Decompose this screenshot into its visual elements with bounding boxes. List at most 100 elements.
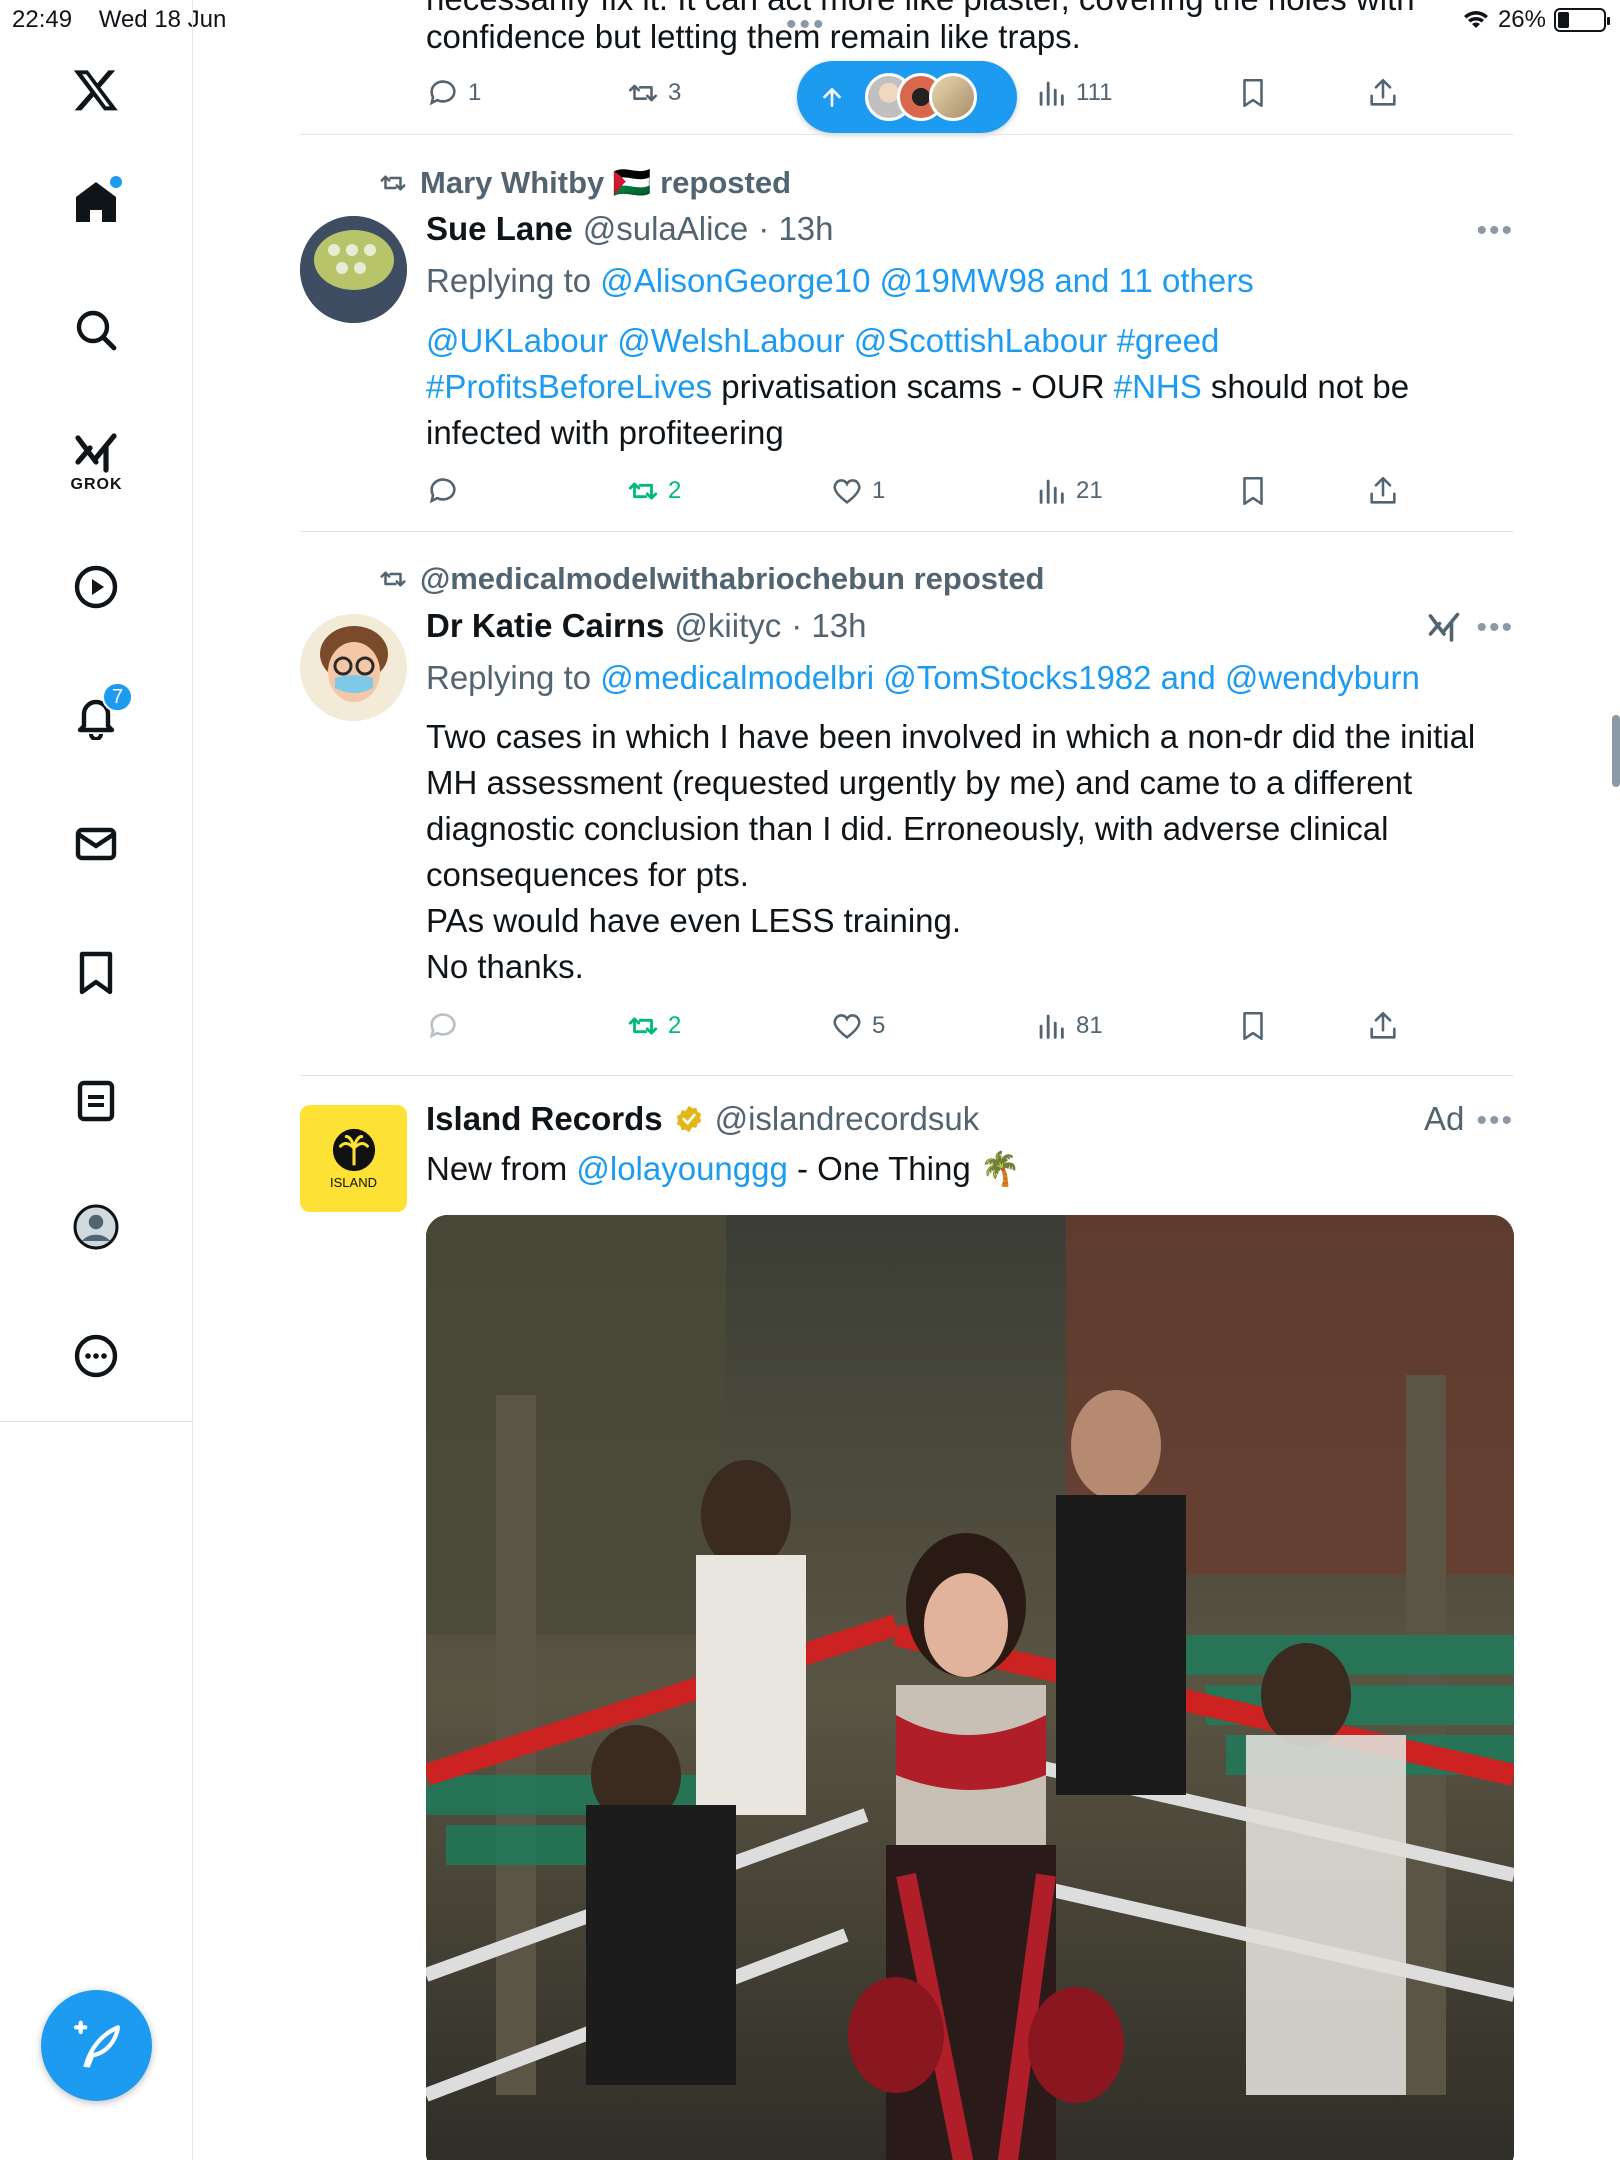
user-handle[interactable]: @islandrecordsuk	[715, 1100, 980, 1138]
bookmark-button[interactable]	[1236, 76, 1270, 110]
partial-post-text: confidence but letting them remain like …	[426, 18, 1081, 55]
video-play-icon[interactable]	[66, 557, 126, 617]
views-icon	[1039, 1014, 1064, 1039]
hashtag-link[interactable]: #ProfitsBeforeLives	[426, 368, 712, 405]
profile-avatar-icon[interactable]	[66, 1197, 126, 1257]
compose-feather-icon	[73, 2020, 120, 2068]
messages-envelope-icon[interactable]	[66, 814, 126, 874]
user-avatar[interactable]	[300, 216, 407, 323]
home-unread-dot	[110, 176, 122, 188]
ad-logo[interactable]: ISLAND	[300, 1105, 407, 1212]
x-logo-icon[interactable]	[66, 60, 126, 120]
display-name[interactable]: Sue Lane	[426, 210, 573, 248]
replying-to-links[interactable]: @medicalmodelbri @TomStocks1982 and @wen…	[600, 659, 1420, 696]
post-more-menu-icon[interactable]: •••	[1476, 611, 1514, 645]
repost-icon	[380, 571, 406, 587]
reposted-by-text: @medicalmodelwithabriochebun reposted	[420, 561, 1045, 596]
bookmark-button[interactable]	[1236, 1009, 1270, 1043]
post-more-menu-icon[interactable]: •••	[1476, 214, 1514, 248]
bookmark-icon	[1243, 476, 1263, 506]
post-more-menu-icon[interactable]: •••	[1476, 1104, 1514, 1138]
replying-prefix: Replying to	[426, 262, 592, 299]
user-handle[interactable]: @kiityc	[674, 607, 781, 645]
status-right: 26%	[1462, 6, 1610, 34]
user-avatar[interactable]	[300, 614, 407, 721]
home-icon[interactable]	[66, 172, 126, 232]
views-count: 81	[1076, 1012, 1103, 1039]
reply-icon	[429, 478, 456, 504]
display-name[interactable]: Dr Katie Cairns	[426, 607, 664, 645]
search-icon[interactable]	[66, 300, 126, 360]
post-time[interactable]: · 13h	[758, 210, 833, 248]
views-count: 21	[1076, 477, 1103, 504]
heart-icon	[833, 1014, 861, 1039]
new-posts-pill[interactable]	[797, 61, 1017, 133]
scrollbar[interactable]	[1612, 715, 1620, 787]
memoji-avatar-icon	[300, 614, 407, 721]
share-button[interactable]	[1366, 76, 1400, 110]
views-button[interactable]: 21	[1034, 474, 1103, 508]
lists-icon[interactable]	[66, 1071, 126, 1131]
reply-button[interactable]	[426, 474, 460, 508]
replying-to-links[interactable]: @AlisonGeorge10 @19MW98 and 11 others	[600, 262, 1253, 299]
reply-count: 1	[468, 79, 482, 106]
like-button[interactable]: 5	[830, 1009, 885, 1043]
repost-button[interactable]: 2	[626, 474, 681, 508]
views-button[interactable]: 81	[1034, 1009, 1103, 1043]
battery-icon	[1554, 8, 1610, 32]
ad-text: New from @lolayounggg - One Thing 🌴	[426, 1150, 1021, 1189]
share-icon	[1370, 78, 1396, 106]
more-options-icon[interactable]	[66, 1326, 126, 1386]
post-text-line: No thanks.	[426, 948, 584, 985]
ad-video-media[interactable]	[426, 1215, 1514, 2160]
grok-label: GROK	[70, 476, 123, 493]
palm-tree-logo-icon	[332, 1128, 375, 1172]
bookmarks-icon[interactable]	[66, 942, 126, 1002]
display-name[interactable]: Island Records	[426, 1100, 663, 1138]
user-handle[interactable]: @sulaAlice	[583, 210, 749, 248]
bookmark-icon	[1243, 1011, 1263, 1041]
post-text-line: infected with profiteering	[426, 414, 784, 451]
pill-avatar	[929, 73, 977, 121]
post-text-line: Two cases in which I have been involved …	[426, 718, 1476, 755]
views-button[interactable]: 111	[1034, 76, 1112, 110]
repost-context: @medicalmodelwithabriochebun reposted	[378, 561, 1045, 597]
repost-icon	[380, 175, 406, 190]
ad-text-suffix: - One Thing 🌴	[787, 1150, 1021, 1187]
repost-count: 2	[668, 1012, 682, 1039]
repost-icon	[628, 84, 658, 102]
grok-icon[interactable]	[66, 424, 126, 484]
post-text-line: diagnostic conclusion than I did. Errone…	[426, 810, 1389, 847]
share-button[interactable]	[1366, 1009, 1400, 1043]
repost-count: 3	[668, 79, 682, 106]
post-text-line: MH assessment (requested urgently by me)…	[426, 764, 1413, 801]
post-time[interactable]: · 13h	[791, 607, 866, 645]
ad-header: Island Records @islandrecordsuk	[426, 1100, 979, 1138]
post-text-line: consequences for pts.	[426, 856, 749, 893]
repost-button[interactable]: 2	[626, 1009, 681, 1043]
compose-post-button[interactable]	[41, 1990, 152, 2101]
logo-text: ISLAND	[330, 1175, 377, 1190]
post-text: privatisation scams - OUR	[712, 368, 1114, 405]
reply-icon	[429, 1013, 456, 1039]
verified-gold-badge-icon	[676, 1105, 701, 1133]
share-button[interactable]	[1366, 474, 1400, 508]
ad-text-prefix: New from	[426, 1150, 577, 1187]
reply-button[interactable]	[426, 1009, 460, 1043]
post2-header: Dr Katie Cairns @kiityc · 13h	[426, 607, 866, 645]
heart-icon	[833, 479, 861, 504]
bookmark-button[interactable]	[1236, 474, 1270, 508]
ad-label: Ad	[1424, 1100, 1465, 1137]
notifications-bell-icon[interactable]: 7	[66, 682, 134, 746]
reply-button[interactable]: 1	[426, 76, 481, 110]
repost-icon	[628, 482, 658, 500]
replying-to: Replying to @AlisonGeorge10 @19MW98 and …	[426, 262, 1254, 300]
mention-link[interactable]: @lolayounggg	[576, 1150, 788, 1187]
grok-analyze-icon[interactable]	[1426, 610, 1462, 651]
hashtag-link[interactable]: #NHS	[1114, 368, 1202, 405]
views-icon	[1039, 81, 1064, 106]
repost-button[interactable]: 3	[626, 76, 681, 110]
post-text-line[interactable]: @UKLabour @WelshLabour @ScottishLabour #…	[426, 322, 1219, 360]
bookmark-icon	[1243, 78, 1263, 108]
like-button[interactable]: 1	[830, 474, 885, 508]
